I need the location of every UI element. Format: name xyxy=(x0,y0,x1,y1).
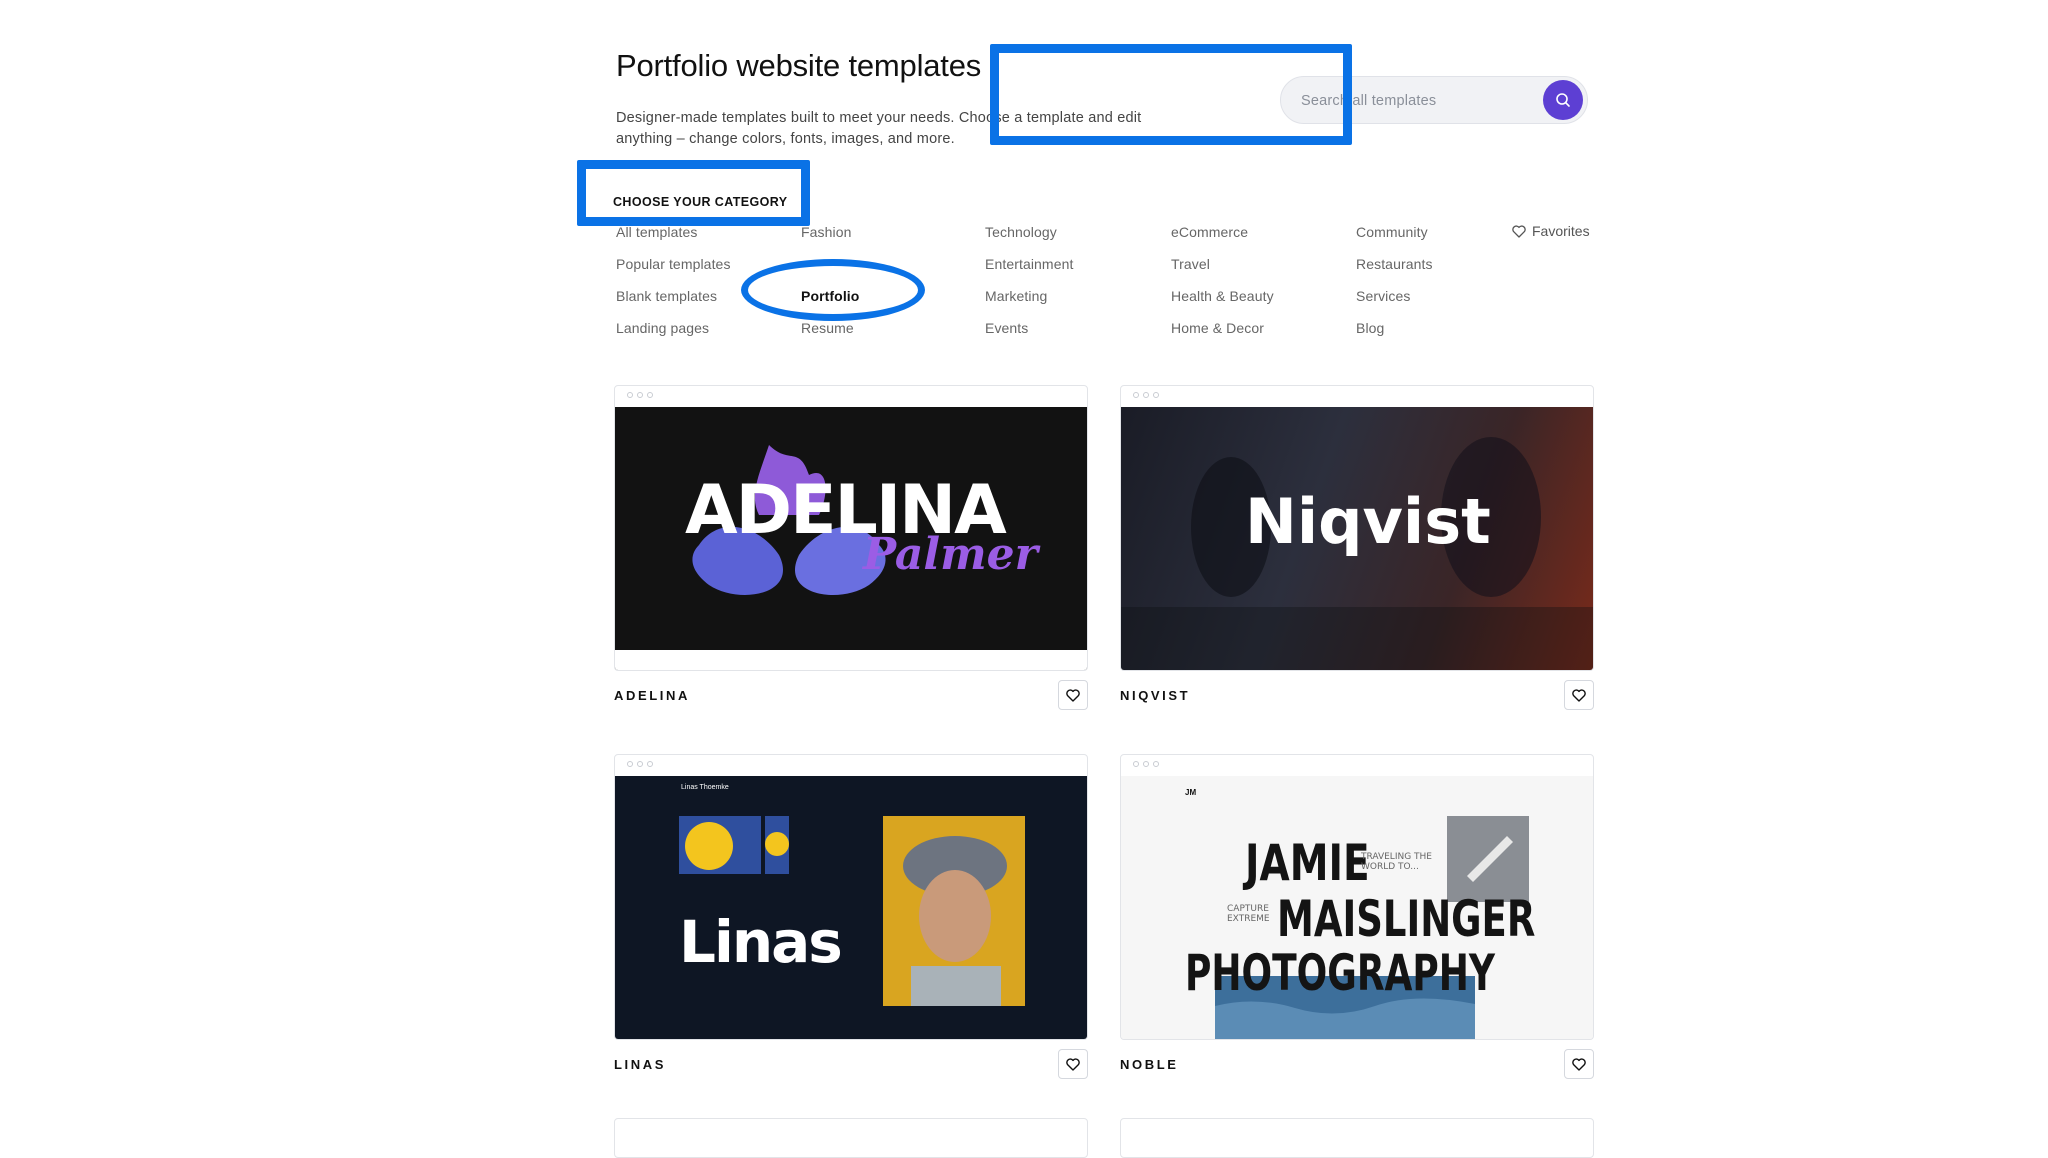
template-preview: JM JAMIE TRAVELING THE WORLD TO... CAPTU… xyxy=(1121,776,1593,1039)
category-link[interactable]: Resume xyxy=(801,320,854,336)
heart-icon xyxy=(1512,224,1526,238)
category-link[interactable]: Landing pages xyxy=(616,320,709,336)
heart-icon xyxy=(1572,688,1586,702)
browser-dots xyxy=(1133,392,1159,398)
browser-dots xyxy=(1133,761,1159,767)
preview-portrait xyxy=(883,816,1025,1006)
preview-line-3: PHOTOGRAPHY xyxy=(1185,944,1495,1002)
category-link[interactable]: Travel xyxy=(1171,256,1210,272)
preview-line-1: JAMIE xyxy=(1245,834,1370,892)
portfolio-highlight-annotation xyxy=(741,259,925,321)
heart-icon xyxy=(1572,1057,1586,1071)
preview-flowers xyxy=(679,816,789,874)
category-link[interactable]: Fashion xyxy=(801,224,852,240)
category-link[interactable]: Popular templates xyxy=(616,256,731,272)
category-link[interactable]: Blog xyxy=(1356,320,1384,336)
template-preview: Niqvist xyxy=(1121,407,1593,670)
preview-footer xyxy=(615,650,1087,670)
search-icon xyxy=(1556,93,1570,107)
template-card-partial[interactable] xyxy=(1120,1118,1594,1158)
template-preview: ADELINA Palmer xyxy=(615,407,1087,670)
search-highlight-annotation xyxy=(990,44,1352,145)
template-name[interactable]: NOBLE xyxy=(1120,1057,1179,1072)
heart-icon xyxy=(1066,688,1080,702)
category-link[interactable]: All templates xyxy=(616,224,697,240)
category-link[interactable]: Blank templates xyxy=(616,288,717,304)
favorite-button[interactable] xyxy=(1564,680,1594,710)
preview-tagline-2: CAPTURE EXTREME xyxy=(1227,904,1270,924)
category-link[interactable]: Community xyxy=(1356,224,1428,240)
template-name[interactable]: LINAS xyxy=(614,1057,666,1072)
category-link[interactable]: Entertainment xyxy=(985,256,1073,272)
preview-title: Linas xyxy=(679,908,843,976)
preview-tagline-1: TRAVELING THE WORLD TO... xyxy=(1361,852,1432,872)
category-link[interactable]: Services xyxy=(1356,288,1410,304)
category-link[interactable]: Marketing xyxy=(985,288,1047,304)
favorite-button[interactable] xyxy=(1564,1049,1594,1079)
template-card-niqvist[interactable]: Niqvist xyxy=(1120,385,1594,671)
preview-line-2: MAISLINGER xyxy=(1277,890,1536,948)
preview-subtitle: Palmer xyxy=(863,529,1038,580)
search-button[interactable] xyxy=(1543,80,1583,120)
preview-logo: JM xyxy=(1185,788,1197,797)
preview-title: Niqvist xyxy=(1245,485,1491,558)
favorite-button[interactable] xyxy=(1058,680,1088,710)
template-card-noble[interactable]: JM JAMIE TRAVELING THE WORLD TO... CAPTU… xyxy=(1120,754,1594,1040)
category-link[interactable]: Health & Beauty xyxy=(1171,288,1274,304)
template-name[interactable]: ADELINA xyxy=(614,688,690,703)
page-title: Portfolio website templates xyxy=(616,48,982,83)
browser-dots xyxy=(627,392,653,398)
browser-dots xyxy=(627,761,653,767)
category-highlight-annotation xyxy=(577,160,810,226)
template-name[interactable]: NIQVIST xyxy=(1120,688,1190,703)
category-link[interactable]: Technology xyxy=(985,224,1057,240)
heart-icon xyxy=(1066,1057,1080,1071)
category-link[interactable]: Restaurants xyxy=(1356,256,1433,272)
template-card-partial[interactable] xyxy=(614,1118,1088,1158)
template-card-adelina[interactable]: ADELINA Palmer xyxy=(614,385,1088,671)
favorites-label: Favorites xyxy=(1532,223,1590,239)
favorites-link[interactable]: Favorites xyxy=(1512,223,1590,239)
template-card-linas[interactable]: Linas Thoemke Linas xyxy=(614,754,1088,1040)
preview-header: Linas Thoemke xyxy=(681,784,729,791)
template-preview: Linas Thoemke Linas xyxy=(615,776,1087,1039)
category-link[interactable]: Events xyxy=(985,320,1028,336)
category-link[interactable]: eCommerce xyxy=(1171,224,1248,240)
category-link[interactable]: Home & Decor xyxy=(1171,320,1264,336)
favorite-button[interactable] xyxy=(1058,1049,1088,1079)
